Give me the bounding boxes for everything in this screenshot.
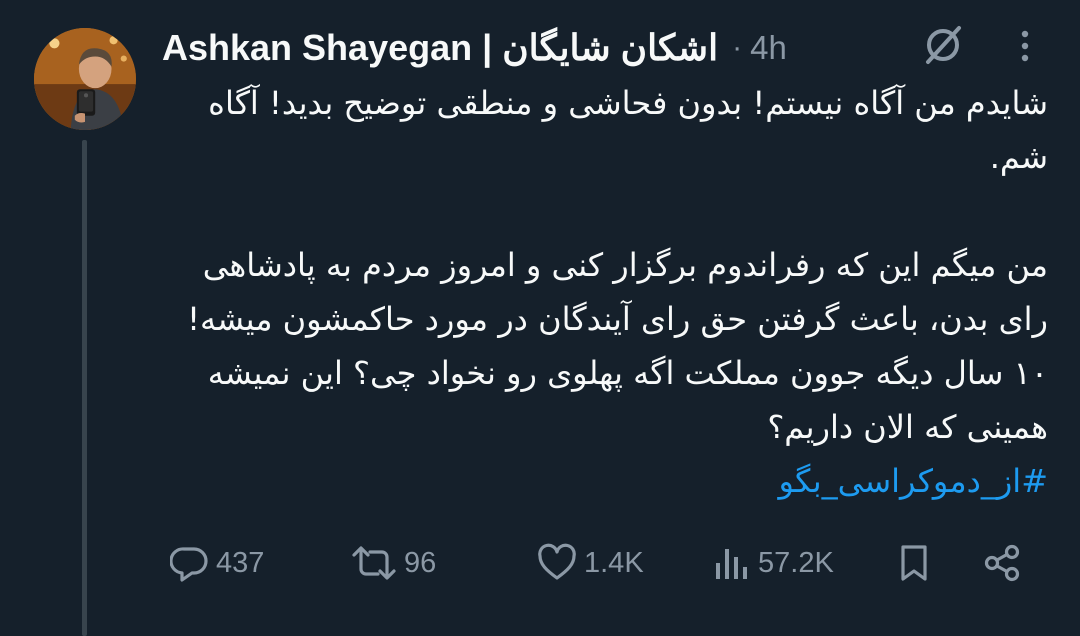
avatar[interactable] [34,28,136,130]
action-bar: 437 96 1.4K 57.2K [162,537,1042,589]
reply-button[interactable]: 437 [170,537,264,589]
retweet-count: 96 [404,546,437,579]
retweet-button[interactable]: 96 [350,537,436,589]
heart-icon [538,543,576,580]
tweet-header: Ashkan Shayegan | اشکان شایگان · 4h [162,22,787,74]
like-count: 1.4K [584,546,644,579]
tweet-timestamp[interactable]: 4h [750,29,787,67]
user-photo-icon [34,28,136,130]
tweet-paragraph-2: من میگم این که رفراندوم برگزار کنی و امر… [187,246,1048,446]
reply-icon [170,547,208,582]
more-dots-icon[interactable] [1010,26,1040,66]
bookmark-icon [901,545,927,581]
grok-icon[interactable] [922,24,964,66]
tweet-paragraph-1: شایدم من آگاه نیستم! بدون فحاشی و منطقی … [208,84,1048,176]
separator-dot: · [732,31,743,64]
author-name[interactable]: Ashkan Shayegan | اشکان شایگان [162,27,718,69]
views-count: 57.2K [758,546,834,579]
share-button[interactable] [982,537,1022,589]
tweet[interactable]: Ashkan Shayegan | اشکان شایگان · 4h شاید… [0,0,1080,636]
views-button[interactable]: 57.2K [712,537,834,589]
retweet-icon [352,546,396,580]
views-chart-icon [716,549,747,579]
tweet-text: شایدم من آگاه نیستم! بدون فحاشی و منطقی … [162,76,1048,508]
hashtag-link[interactable]: #از_دموکراسی_بگو [162,454,1048,508]
thread-line [82,140,87,636]
bookmark-button[interactable] [896,537,932,589]
like-button[interactable]: 1.4K [536,537,644,589]
reply-count: 437 [216,546,265,579]
share-icon [984,544,1020,582]
